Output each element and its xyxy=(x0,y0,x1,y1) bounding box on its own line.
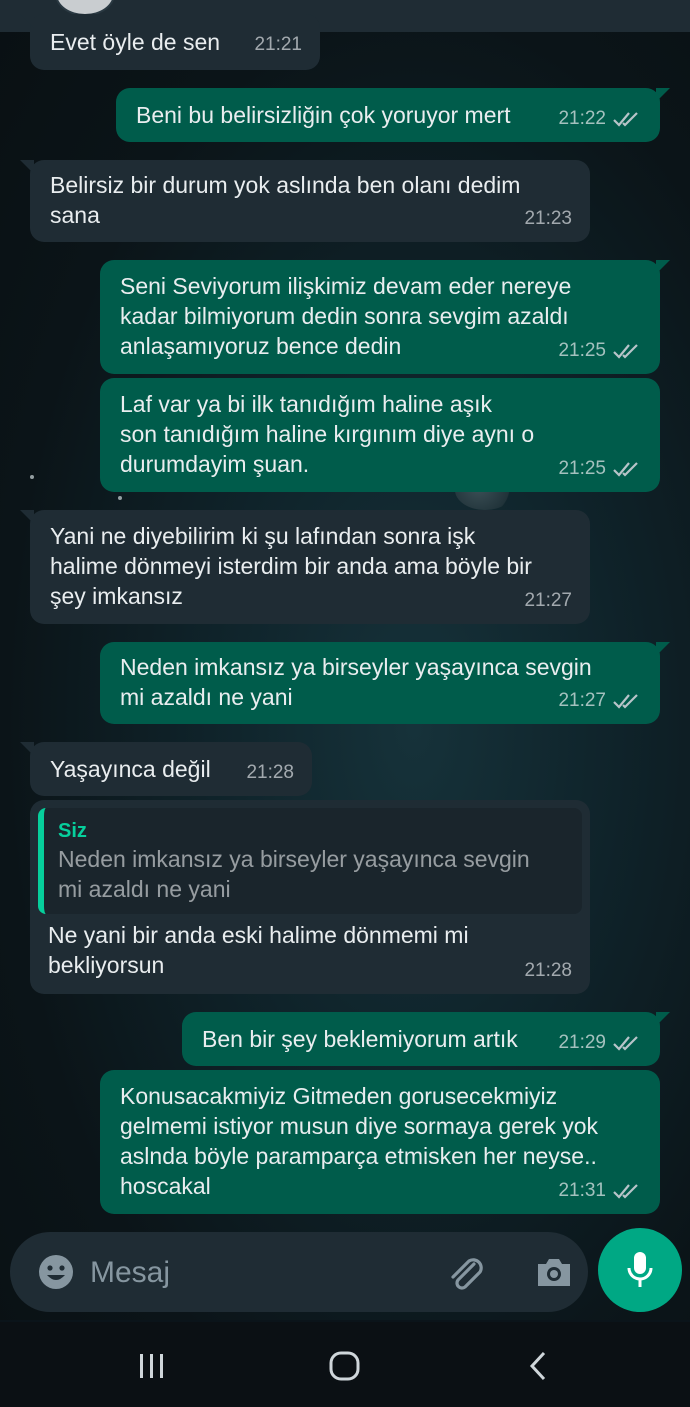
message-time: 21:25 xyxy=(558,340,606,361)
read-ticks-icon xyxy=(612,342,642,360)
quoted-author: Siz xyxy=(58,820,87,842)
message-time: 21:23 xyxy=(524,208,572,229)
message-time: 21:27 xyxy=(558,690,606,711)
message-time: 21:31 xyxy=(558,1180,606,1201)
recent-apps-icon[interactable] xyxy=(132,1350,172,1382)
read-ticks-icon xyxy=(612,1182,642,1200)
message-incoming[interactable]: Evet öyle de sen 21:21 xyxy=(20,14,320,70)
read-ticks-icon xyxy=(612,1034,642,1052)
system-nav-bar xyxy=(0,1322,690,1407)
message-time: 21:21 xyxy=(254,34,302,55)
read-ticks-icon xyxy=(612,460,642,478)
message-time: 21:22 xyxy=(558,108,606,129)
back-icon[interactable] xyxy=(520,1350,560,1382)
home-icon[interactable] xyxy=(325,1350,365,1382)
message-list: Evet öyle de sen 21:21 Beni bu belirsizl… xyxy=(0,0,690,1220)
microphone-icon xyxy=(627,1252,653,1287)
message-time: 21:28 xyxy=(246,762,294,783)
message-time: 21:29 xyxy=(558,1032,606,1053)
camera-icon[interactable] xyxy=(534,1254,574,1290)
message-text: Ne yani bir anda eski halime dönmemi mi … xyxy=(48,922,469,978)
message-outgoing[interactable]: Neden imkansız ya birseyler yaşayınca se… xyxy=(100,642,670,724)
message-incoming[interactable]: Yaşayınca değil 21:28 xyxy=(20,742,312,796)
message-outgoing[interactable]: Beni bu belirsizliğin çok yoruyor mert 2… xyxy=(116,88,670,142)
quoted-message[interactable]: Siz Neden imkansız ya birseyler yaşayınc… xyxy=(38,808,582,914)
message-outgoing[interactable]: Seni Seviyorum ilişkimiz devam eder nere… xyxy=(100,260,670,374)
emoji-icon[interactable] xyxy=(38,1254,74,1290)
message-time: 21:25 xyxy=(558,458,606,479)
message-outgoing[interactable]: Laf var ya bi ilk tanıdığım haline aşık … xyxy=(100,378,660,492)
message-time: 21:28 xyxy=(524,960,572,981)
message-text: Yani ne diyebilirim ki şu lafından sonra… xyxy=(50,523,532,609)
message-outgoing[interactable]: Ben bir şey beklemiyorum artık 21:29 xyxy=(182,1012,670,1066)
paperclip-icon[interactable] xyxy=(444,1252,486,1294)
message-input[interactable] xyxy=(88,1246,432,1300)
voice-record-button[interactable] xyxy=(598,1228,682,1312)
read-ticks-icon xyxy=(612,692,642,710)
read-ticks-icon xyxy=(612,110,642,128)
message-composer xyxy=(10,1232,588,1312)
message-incoming[interactable]: Belirsiz bir durum yok aslında ben olanı… xyxy=(20,160,590,242)
message-incoming-reply[interactable]: Siz Neden imkansız ya birseyler yaşayınc… xyxy=(30,800,590,994)
message-incoming[interactable]: Yani ne diyebilirim ki şu lafından sonra… xyxy=(20,510,590,624)
message-text: Belirsiz bir durum yok aslında ben olanı… xyxy=(50,172,521,228)
quoted-text: Neden imkansız ya birseyler yaşayınca se… xyxy=(58,846,530,902)
message-outgoing[interactable]: Konusacakmiyiz Gitmeden gorusecekmiyiz g… xyxy=(100,1070,660,1214)
message-time: 21:27 xyxy=(524,590,572,611)
